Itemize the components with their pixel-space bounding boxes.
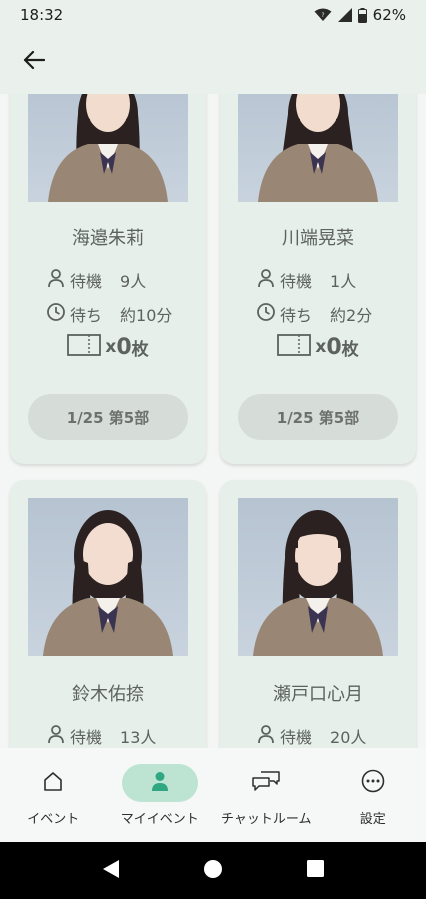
wait-label: 待機 [280,728,313,747]
member-photo [28,498,188,656]
system-navigation-bar [0,842,426,899]
nav-pill [335,764,411,802]
time-label: 待ち [280,306,313,325]
ticket-row: x 0 枚 [220,332,416,362]
home-icon [42,770,64,796]
battery-icon [357,7,367,23]
member-card[interactable]: 川端晃菜 待機 1人 待ち 約2分 x 0 枚 1/25 第5部 [220,94,416,464]
more-icon [361,769,385,797]
nav-pill [228,764,304,802]
chat-icon [251,770,281,796]
time-value: 約10分 [120,306,173,325]
wait-label: 待機 [70,728,103,747]
wait-count-row: 待機 1人 [256,268,356,292]
system-back-button[interactable] [91,851,131,891]
member-photo [238,498,398,656]
wait-value: 20人 [330,728,367,747]
wait-value: 9人 [120,272,147,291]
time-value: 約2分 [330,306,373,325]
member-card[interactable]: 鈴木佑捺 待機 13人 [10,480,206,748]
circle-home-icon [204,859,222,882]
wait-label: 待機 [70,272,103,291]
member-name: 川端晃菜 [282,228,354,249]
nav-item-events[interactable]: イベント [0,748,107,842]
arrow-left-icon [23,50,46,74]
bottom-navigation: イベント マイイベント チャットルーム 設定 [0,748,426,842]
system-home-button[interactable] [193,851,233,891]
wait-label: 待機 [280,272,313,291]
wait-value: 13人 [120,728,157,747]
wait-count-row: 待機 13人 [46,724,156,748]
member-name: 瀬戸口心月 [273,684,363,705]
person-icon [46,724,66,748]
status-bar: 18:32 ? 62% [0,0,426,30]
wait-count-row: 待機 20人 [256,724,366,748]
wifi-icon: ? [314,8,332,22]
nav-label: チャットルーム [221,812,312,827]
member-name: 海邉朱莉 [72,228,144,249]
ticket-icon [277,334,312,360]
wait-time-row: 待ち 約10分 [46,302,172,326]
ticket-icon [67,334,102,360]
member-card[interactable]: 瀬戸口心月 待機 20人 [220,480,416,748]
member-list[interactable]: 海邉朱莉 待機 9人 待ち 約10分 x 0 枚 1/25 第5部 川端晃菜 待… [0,94,426,748]
status-time: 18:32 [20,6,64,24]
ticket-unit: 枚 [131,339,149,360]
battery-percent: 62% [372,6,406,24]
nav-item-chatroom[interactable]: チャットルーム [213,748,320,842]
nav-label: マイイベント [120,812,199,827]
ticket-count: 0 [116,334,132,360]
nav-pill [15,764,91,802]
signal-icon [337,8,352,22]
clock-icon [46,302,66,326]
nav-pill [121,764,198,802]
app-bar [0,30,426,94]
wait-value: 1人 [330,272,357,291]
ticket-row: x 0 枚 [10,332,206,362]
ticket-count: 0 [326,334,342,360]
member-name: 鈴木佑捺 [72,684,144,705]
person-icon [256,268,276,292]
triangle-back-icon [102,859,120,883]
member-photo [28,94,188,202]
svg-text:?: ? [321,12,324,19]
nav-label: 設定 [359,812,386,827]
back-button[interactable] [20,48,48,76]
square-recents-icon [306,860,324,881]
nav-item-settings[interactable]: 設定 [320,748,426,842]
person-icon [149,770,171,796]
nav-item-my-events[interactable]: マイイベント [107,748,214,842]
wait-count-row: 待機 9人 [46,268,146,292]
person-icon [256,724,276,748]
member-photo [238,94,398,202]
slot-button[interactable]: 1/25 第5部 [238,394,398,440]
wait-time-row: 待ち 約2分 [256,302,372,326]
nav-label: イベント [27,812,80,827]
ticket-x: x [315,337,327,357]
clock-icon [256,302,276,326]
system-recents-button[interactable] [295,851,335,891]
ticket-x: x [105,337,117,357]
person-icon [46,268,66,292]
ticket-unit: 枚 [341,339,359,360]
status-icons: ? 62% [314,6,406,24]
member-card[interactable]: 海邉朱莉 待機 9人 待ち 約10分 x 0 枚 1/25 第5部 [10,94,206,464]
slot-button[interactable]: 1/25 第5部 [28,394,188,440]
time-label: 待ち [70,306,103,325]
